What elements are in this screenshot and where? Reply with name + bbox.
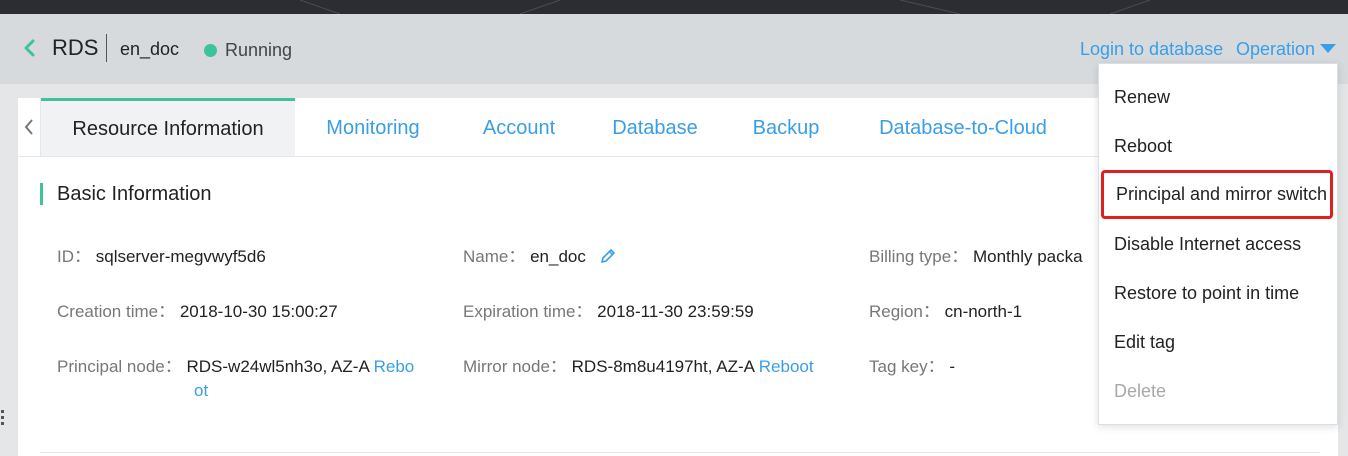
- tab-database[interactable]: Database: [596, 98, 714, 156]
- tab-backup[interactable]: Backup: [738, 98, 834, 156]
- menu-item-renew[interactable]: Renew: [1099, 73, 1337, 122]
- operation-dropdown-button[interactable]: Operation: [1236, 38, 1315, 60]
- field-label: Tag key：: [869, 357, 945, 376]
- field-creation-time: Creation time： 2018-10-30 15:00:27: [57, 300, 338, 324]
- chevron-left-icon: [24, 119, 33, 135]
- field-label: Principal node：: [57, 357, 182, 376]
- pencil-icon[interactable]: [599, 247, 617, 272]
- menu-item-principal-mirror-switch[interactable]: Principal and mirror switch: [1101, 170, 1333, 219]
- field-expiration-time: Expiration time： 2018-11-30 23:59:59: [463, 300, 754, 324]
- status-text: Running: [225, 40, 293, 60]
- login-to-database-link[interactable]: Login to database: [1080, 38, 1223, 60]
- instance-name: en_doc: [120, 39, 180, 59]
- menu-item-delete: Delete: [1114, 381, 1167, 401]
- field-principal-node: Principal node： RDS-w24wl5nh3o, AZ-A Reb…: [57, 355, 414, 379]
- caret-down-icon[interactable]: [1320, 44, 1336, 53]
- menu-item-disable-internet-access[interactable]: Disable Internet access: [1099, 220, 1337, 269]
- top-strip: [0, 0, 1348, 14]
- menu-item-edit-tag[interactable]: Edit tag: [1099, 318, 1337, 367]
- tab-account[interactable]: Account: [463, 98, 575, 156]
- section-title: Basic Information: [57, 183, 212, 205]
- field-label: Creation time：: [57, 302, 176, 321]
- tab-resource-information[interactable]: Resource Information: [41, 98, 295, 156]
- tab-database-to-cloud[interactable]: Database-to-Cloud: [863, 98, 1063, 156]
- field-principal-node-wrap: ot: [194, 379, 208, 403]
- field-value: -: [949, 357, 955, 376]
- principal-reboot-link-continued[interactable]: ot: [194, 381, 208, 400]
- field-label: ID：: [57, 247, 91, 266]
- title-divider: [106, 34, 107, 62]
- status-dot-icon: [204, 44, 217, 57]
- section-accent-bar: [40, 183, 43, 205]
- field-label: Expiration time：: [463, 302, 593, 321]
- field-billing-type: Billing type： Monthly packa: [869, 245, 1083, 269]
- field-value: RDS-w24wl5nh3o, AZ-A: [186, 357, 369, 376]
- principal-reboot-link[interactable]: Rebo: [374, 357, 415, 376]
- tab-scroll-left-button[interactable]: [18, 98, 41, 156]
- field-value: en_doc: [530, 247, 586, 266]
- operation-dropdown-menu: Renew Reboot Principal and mirror switch…: [1098, 63, 1338, 425]
- field-value: Monthly packa: [972, 247, 1083, 266]
- field-tag-key: Tag key： -: [869, 355, 955, 379]
- section-divider: [40, 452, 1320, 453]
- field-label: Name：: [463, 247, 526, 266]
- field-label: Region：: [869, 302, 940, 321]
- field-id: ID： sqlserver-megvwyf5d6: [57, 245, 266, 269]
- field-label: Billing type：: [869, 247, 969, 266]
- mirror-reboot-link[interactable]: Reboot: [759, 357, 814, 376]
- field-value: sqlserver-megvwyf5d6: [95, 247, 266, 266]
- field-value: 2018-11-30 23:59:59: [597, 302, 754, 321]
- field-name: Name： en_doc: [463, 245, 617, 272]
- menu-item-restore-point-in-time[interactable]: Restore to point in time: [1099, 269, 1337, 318]
- page-title: RDS: [52, 35, 99, 60]
- chevron-left-icon[interactable]: [20, 38, 40, 58]
- field-label: Mirror node：: [463, 357, 567, 376]
- tab-monitoring[interactable]: Monitoring: [303, 98, 443, 156]
- field-value: cn-north-1: [944, 302, 1023, 321]
- field-value: 2018-10-30 15:00:27: [179, 302, 338, 321]
- field-region: Region： cn-north-1: [869, 300, 1022, 324]
- menu-item-reboot[interactable]: Reboot: [1099, 122, 1337, 171]
- field-value: RDS-8m8u4197ht, AZ-A: [571, 357, 755, 376]
- drag-handle-icon[interactable]: [0, 408, 6, 434]
- field-mirror-node: Mirror node： RDS-8m8u4197ht, AZ-A Reboot: [463, 355, 814, 379]
